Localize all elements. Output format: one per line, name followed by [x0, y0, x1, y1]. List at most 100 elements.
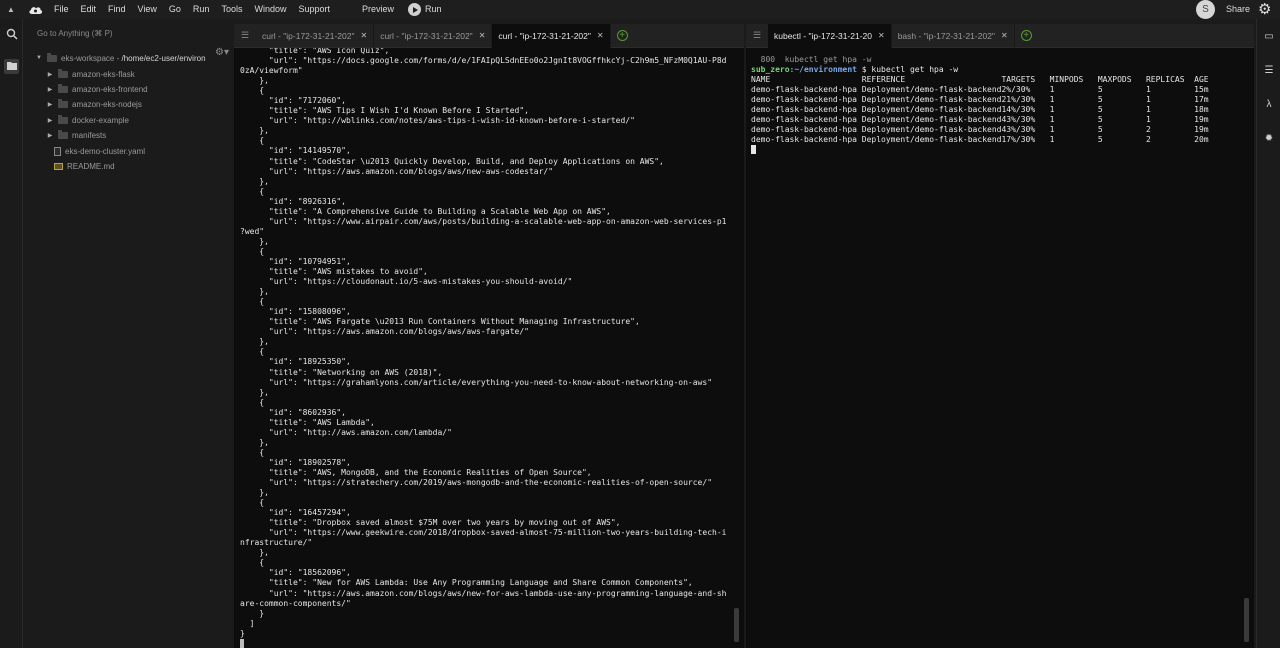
tree-item-label: README.md — [67, 161, 115, 171]
caret-right-icon[interactable]: ▶ — [46, 117, 54, 124]
caret-right-icon[interactable]: ▶ — [46, 86, 54, 93]
share-button[interactable]: Share — [1226, 0, 1250, 19]
workspace-root[interactable]: ▼ eks-workspace - /home/ec2-user/environ — [35, 51, 206, 65]
menu-item-support[interactable]: Support — [292, 0, 336, 19]
tree-item-manifests[interactable]: ▶ manifests — [46, 129, 106, 143]
collapse-menu-icon[interactable]: ▲ — [0, 5, 22, 14]
terminal-line: "url": "https://aws.amazon.com/blogs/aws… — [240, 327, 529, 337]
search-icon[interactable] — [4, 28, 19, 43]
terminal-line: "url": "http://wblinks.com/notes/aws-tip… — [240, 116, 635, 126]
terminal-line: "id": "15808096", — [240, 307, 351, 317]
terminal-line: "title": "A Comprehensive Guide to Build… — [240, 206, 611, 216]
table-cell: 19m — [1194, 115, 1219, 125]
tree-item-amazon-eks-nodejs[interactable]: ▶ amazon-eks-nodejs — [46, 98, 142, 112]
column-header: MAXPODS — [1097, 75, 1146, 85]
menu-item-window[interactable]: Window — [248, 0, 292, 19]
left-terminal-output[interactable]: "title": "AWS Icon Quiz", "url": "https:… — [234, 48, 744, 648]
menu-item-go[interactable]: Go — [163, 0, 187, 19]
terminal-line: are-common-components/" — [240, 598, 351, 608]
outline-icon[interactable]: ☰ — [1262, 64, 1276, 78]
tree-item-readme-md[interactable]: README.md — [54, 159, 115, 173]
workspace-separator: - — [114, 53, 122, 63]
close-tab-icon[interactable]: ✕ — [361, 31, 368, 40]
terminal-line: "id": "7172060", — [240, 96, 346, 106]
debugger-icon[interactable]: ✹ — [1262, 132, 1276, 146]
markdown-file-icon — [54, 162, 63, 170]
table-cell: Deployment/demo-flask-backend — [861, 115, 1002, 125]
menu-item-edit[interactable]: Edit — [75, 0, 103, 19]
right-terminal-pane: ☰ kubectl - "ip-172-31-21-20 ✕ bash - "ip-… — [746, 23, 1254, 648]
table-row: demo-flask-backend-hpa Deployment/demo-f… — [751, 105, 1218, 115]
close-tab-icon[interactable]: ✕ — [597, 31, 604, 40]
file-tree: Go to Anything (⌘ P) ⚙▾ ▼ eks-workspace … — [24, 19, 232, 648]
terminal-line: { — [240, 297, 265, 307]
terminal-line: { — [240, 136, 265, 146]
menu-item-find[interactable]: Find — [102, 0, 132, 19]
tree-item-label: docker-example — [72, 115, 129, 125]
avatar[interactable]: S — [1196, 0, 1215, 19]
table-cell: 5 — [1097, 135, 1146, 145]
gear-icon[interactable]: ⚙ — [1258, 0, 1271, 19]
close-tab-icon[interactable]: ✕ — [479, 31, 486, 40]
right-tab-bar: ☰ kubectl - "ip-172-31-21-20 ✕ bash - "ip-… — [746, 23, 1254, 48]
terminal-line: { — [240, 86, 265, 96]
tree-item-amazon-eks-flask[interactable]: ▶ amazon-eks-flask — [46, 67, 135, 81]
tree-item-eks-demo-cluster-yaml[interactable]: eks-demo-cluster.yaml — [54, 144, 145, 158]
preview-button[interactable]: Preview — [362, 0, 394, 19]
add-tab-icon[interactable]: + — [616, 30, 628, 41]
caret-down-icon[interactable]: ▼ — [35, 55, 43, 61]
prompt-user: sub_zero — [751, 65, 790, 75]
terminal-tab[interactable]: curl - "ip-172-31-21-202" ✕ — [374, 23, 493, 48]
tab-menu-icon[interactable]: ☰ — [234, 30, 256, 41]
terminal-line: "title": "AWS Icon Quiz", — [240, 48, 390, 55]
menu-item-tools[interactable]: Tools — [215, 0, 248, 19]
tab-label: bash - "ip-172-31-21-202" — [897, 30, 995, 41]
caret-right-icon[interactable]: ▶ — [46, 101, 54, 108]
workspace-name: eks-workspace — [61, 53, 115, 63]
terminal-tab[interactable]: bash - "ip-172-31-21-202" ✕ — [892, 23, 1015, 48]
left-scrollbar[interactable] — [734, 608, 739, 642]
terminal-line: ?wed" — [240, 226, 265, 236]
right-scrollbar[interactable] — [1244, 598, 1249, 642]
table-cell: demo-flask-backend-hpa — [751, 125, 862, 135]
tree-settings-gear-icon[interactable]: ⚙▾ — [215, 47, 229, 58]
menu-item-view[interactable]: View — [132, 0, 163, 19]
go-to-anything-input[interactable]: Go to Anything (⌘ P) — [37, 29, 113, 38]
caret-right-icon[interactable]: ▶ — [46, 71, 54, 78]
menu-item-run[interactable]: Run — [187, 0, 216, 19]
menu-item-file[interactable]: File — [48, 0, 75, 19]
close-tab-icon[interactable]: ✕ — [1001, 31, 1008, 40]
table-cell: 14%/30% — [1001, 105, 1050, 115]
right-tabs: kubectl - "ip-172-31-21-20 ✕ bash - "ip-17… — [768, 23, 1015, 48]
table-cell: 5 — [1097, 125, 1146, 135]
tab-label: curl - "ip-172-31-21-202" — [262, 30, 355, 41]
table-cell: Deployment/demo-flask-backend — [861, 85, 1002, 95]
tree-item-amazon-eks-frontend[interactable]: ▶ amazon-eks-frontend — [46, 82, 148, 96]
terminal-tab[interactable]: curl - "ip-172-31-21-202" ✕ — [492, 23, 611, 48]
cloud9-logo-icon[interactable] — [22, 5, 48, 15]
table-cell: 5 — [1097, 85, 1146, 95]
terminal-line: "url": "https://www.geekwire.com/2018/dr… — [240, 528, 727, 538]
right-terminal-output[interactable]: 800 kubectl get hpa -w sub_zero:~/environ… — [746, 48, 1254, 648]
terminal-line: "title": "AWS, MongoDB, and the Economic… — [240, 467, 592, 477]
tab-menu-icon[interactable]: ☰ — [746, 30, 768, 41]
collaborate-icon[interactable]: ▭ — [1262, 30, 1276, 44]
close-tab-icon[interactable]: ✕ — [878, 31, 885, 40]
right-icon-rail: ▭ ☰ λ ✹ — [1256, 19, 1280, 648]
terminal-line: 0zA/viewform" — [240, 66, 303, 76]
cursor-line — [751, 145, 1218, 156]
folder-icon — [58, 68, 68, 78]
aws-lambda-icon[interactable]: λ — [1262, 98, 1276, 112]
tree-item-docker-example[interactable]: ▶ docker-example — [46, 113, 129, 127]
table-cell: 1 — [1049, 95, 1098, 105]
caret-right-icon[interactable]: ▶ — [46, 132, 54, 139]
terminal-line: "url": "https://stratechery.com/2019/aws… — [240, 478, 713, 488]
terminal-tab[interactable]: kubectl - "ip-172-31-21-20 ✕ — [768, 23, 892, 48]
add-tab-icon[interactable]: + — [1020, 30, 1032, 41]
terminal-tab[interactable]: curl - "ip-172-31-21-202" ✕ — [256, 23, 375, 48]
folder-icon — [58, 130, 68, 140]
terminal-line: "title": "CodeStar \u2013 Quickly Develo… — [240, 156, 664, 166]
environment-folder-icon[interactable] — [4, 59, 19, 74]
table-cell: 1 — [1145, 95, 1195, 105]
run-button[interactable]: Run — [408, 2, 442, 17]
